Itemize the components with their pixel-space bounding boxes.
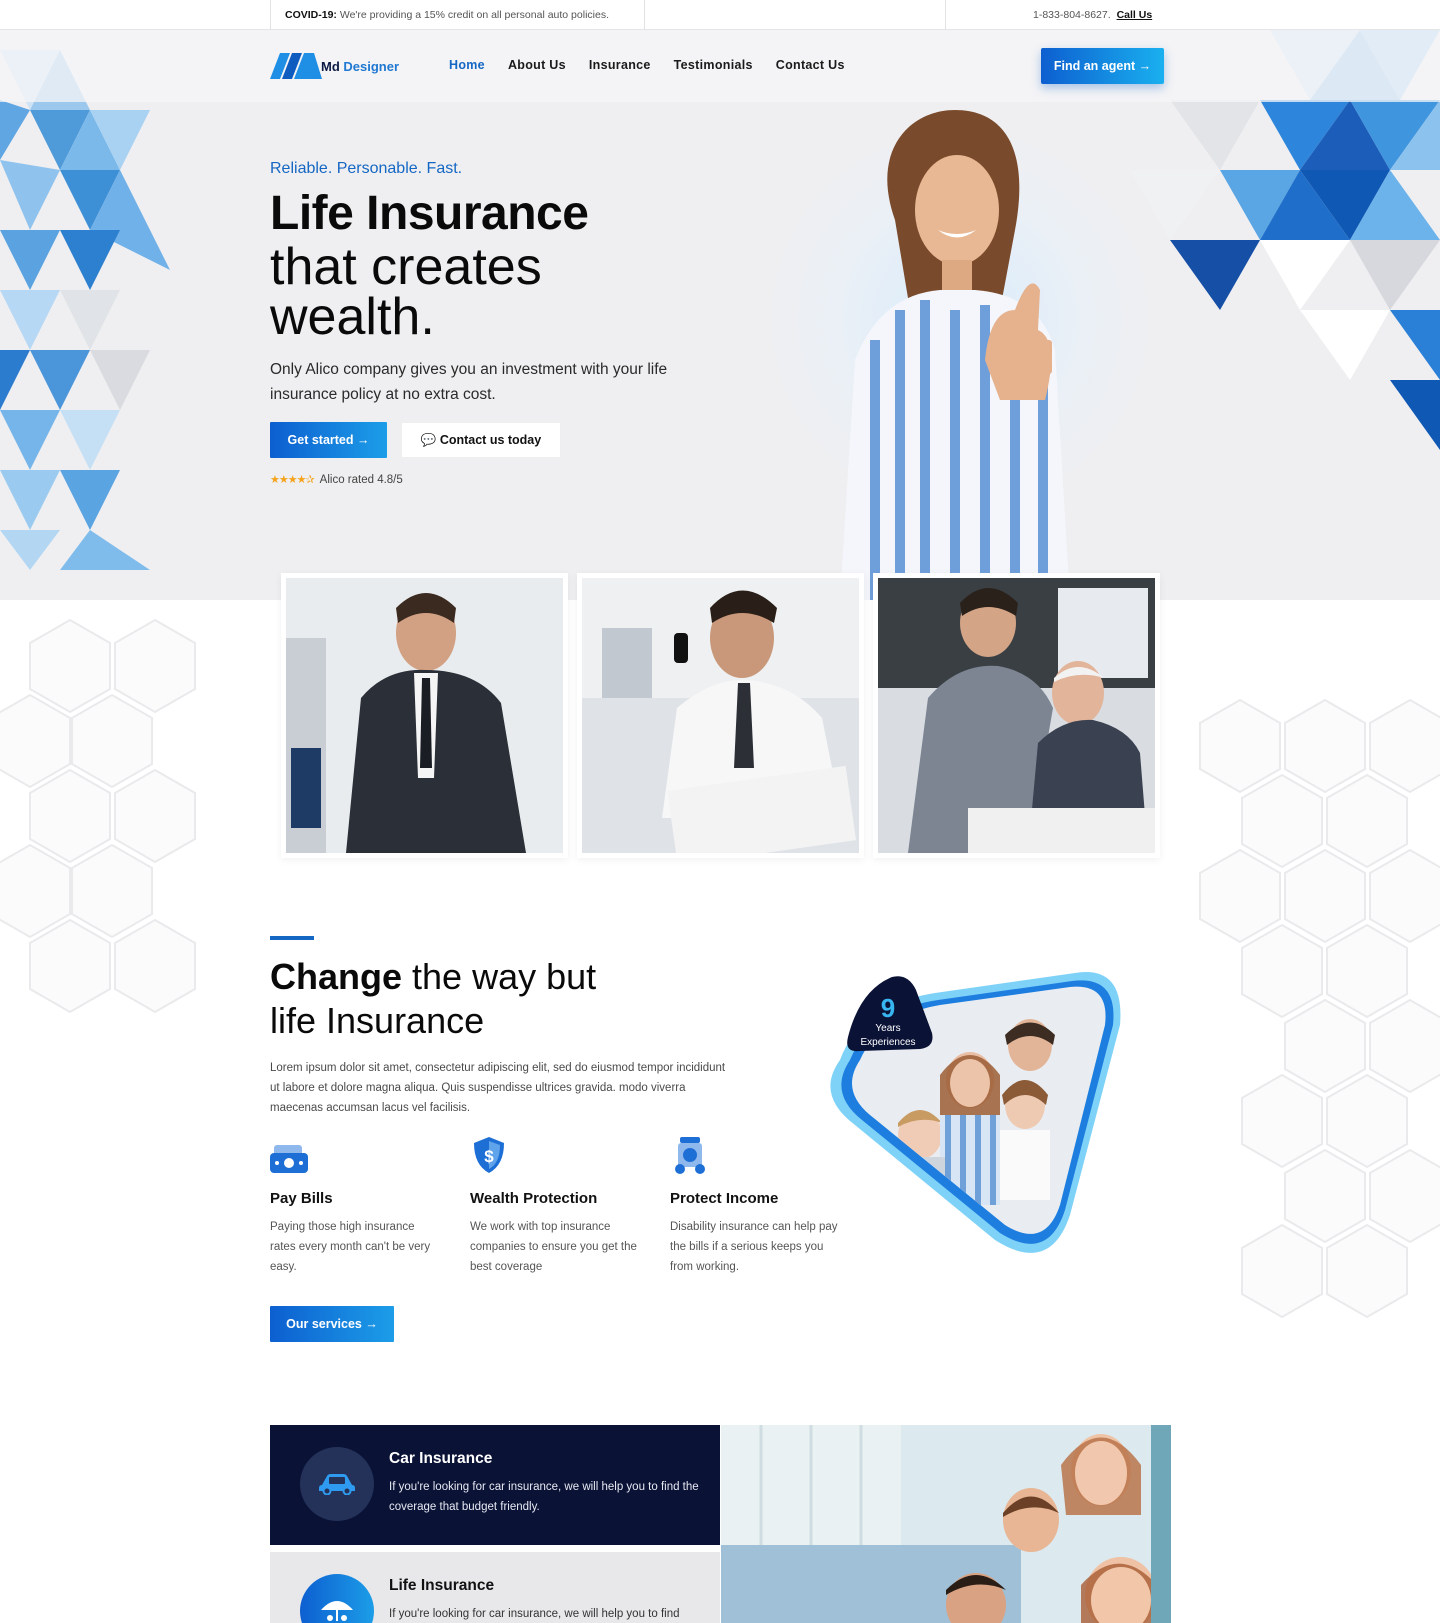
car-icon [319, 1474, 355, 1495]
life-insurance-title: Life Insurance [389, 1577, 495, 1594]
feature-text: Paying those high insurance rates every … [270, 1221, 431, 1273]
divider [270, 0, 271, 30]
photo-card-phone-call [577, 573, 864, 858]
left-triangle-pattern [0, 50, 170, 570]
about-description: Lorem ipsum dolor sit amet, consectetur … [270, 1062, 726, 1114]
photo-card-meeting [873, 573, 1160, 858]
our-services-button[interactable]: Our services → [270, 1306, 394, 1342]
divider [644, 0, 645, 30]
divider [945, 0, 946, 30]
rating-row: ★★★★✰ Alico rated 4.8/5 [270, 473, 403, 487]
main-navbar: Md Designer Home About Us Insurance Test… [0, 30, 1440, 102]
covid-label: COVID-19: [285, 9, 337, 21]
photo-card-businessman [281, 573, 568, 858]
hero-description: Only Alico company gives you an investme… [270, 361, 668, 403]
life-icon-circle [300, 1574, 374, 1623]
car-insurance-text: If you're looking for car insurance, we … [389, 1481, 699, 1513]
life-insurance-text: If you're looking for car insurance, we … [389, 1608, 680, 1620]
feature-title: Protect Income [670, 1190, 779, 1207]
money-bills-icon [270, 1145, 308, 1173]
about-title-line2: life Insurance [270, 1000, 485, 1041]
site-logo[interactable]: Md Designer [270, 52, 410, 80]
family-couch-image [721, 1425, 1171, 1623]
dollar-shield-icon: $ [474, 1137, 504, 1173]
about-title: Change the way but life Insurance [270, 955, 596, 1043]
feature-protect-income: Protect Income Disability insurance can … [670, 1135, 840, 1277]
nav-home[interactable]: Home [449, 58, 485, 72]
feature-wealth-protection: $ Wealth Protection We work with top ins… [470, 1135, 640, 1277]
about-title-bold: Change [270, 956, 403, 997]
car-icon-circle [300, 1447, 374, 1521]
phone-contact: 1-833-804-8627. Call Us [1033, 9, 1152, 21]
family-photo-frame: 9 Years Experiences [830, 972, 1121, 1253]
family-couch-photo [721, 1425, 1171, 1623]
hero-title-light: that creates wealth. [270, 238, 542, 346]
about-title-rest: the way but [402, 956, 597, 997]
phone-number: 1-833-804-8627. [1033, 9, 1111, 21]
star-rating-icon: ★★★★✰ [270, 474, 315, 486]
contact-us-button[interactable]: 💬 Contact us today [401, 422, 561, 458]
rating-text: Alico rated 4.8/5 [319, 473, 403, 486]
nav-testimonials[interactable]: Testimonials [674, 58, 753, 72]
svg-text:$: $ [484, 1147, 494, 1166]
hero-woman-photo [840, 110, 1070, 600]
feature-title: Wealth Protection [470, 1190, 598, 1207]
covid-text: We're providing a 15% credit on all pers… [339, 9, 609, 21]
hero-section: Reliable. Personable. Fast. Life Insuran… [0, 30, 1440, 600]
announcement-bar: COVID-19: We're providing a 15% credit o… [0, 0, 1440, 30]
hero-title-bold: Life Insurance [270, 187, 589, 240]
income-protection-icon [675, 1137, 705, 1174]
section-accent-line [270, 936, 314, 940]
life-insurance-card[interactable]: Life Insurance If you're looking for car… [270, 1552, 720, 1623]
logo-designer: Designer [343, 58, 400, 74]
get-started-button[interactable]: Get started → [270, 422, 387, 458]
years-badge-number: 9 [881, 993, 895, 1023]
primary-nav: Home About Us Insurance Testimonials Con… [449, 58, 845, 72]
nav-insurance[interactable]: Insurance [589, 58, 651, 72]
nav-about-us[interactable]: About Us [508, 58, 566, 72]
find-agent-button[interactable]: Find an agent → [1041, 48, 1164, 84]
car-insurance-title: Car Insurance [389, 1450, 493, 1467]
feature-title: Pay Bills [270, 1190, 333, 1207]
years-badge-line2: Experiences [860, 1037, 915, 1048]
hero-tagline: Reliable. Personable. Fast. [270, 160, 463, 177]
feature-text: Disability insurance can help pay the bi… [670, 1221, 838, 1273]
car-insurance-card[interactable]: Car Insurance If you're looking for car … [270, 1425, 720, 1545]
logo-md: Md [321, 58, 340, 74]
years-badge-line1: Years [875, 1023, 900, 1034]
feature-pay-bills: Pay Bills Paying those high insurance ra… [270, 1135, 440, 1277]
nav-contact-us[interactable]: Contact Us [776, 58, 845, 72]
covid-notice: COVID-19: We're providing a 15% credit o… [285, 9, 609, 21]
advisor-meeting-photo [878, 578, 1155, 853]
call-us-link[interactable]: Call Us [1117, 9, 1153, 21]
logo-text: Md Designer [321, 59, 399, 74]
logo-mark-icon [270, 53, 322, 79]
businessman-photo [286, 578, 563, 853]
feature-text: We work with top insurance companies to … [470, 1221, 637, 1273]
umbrella-family-icon [321, 1601, 353, 1621]
man-on-phone-photo [582, 578, 859, 853]
